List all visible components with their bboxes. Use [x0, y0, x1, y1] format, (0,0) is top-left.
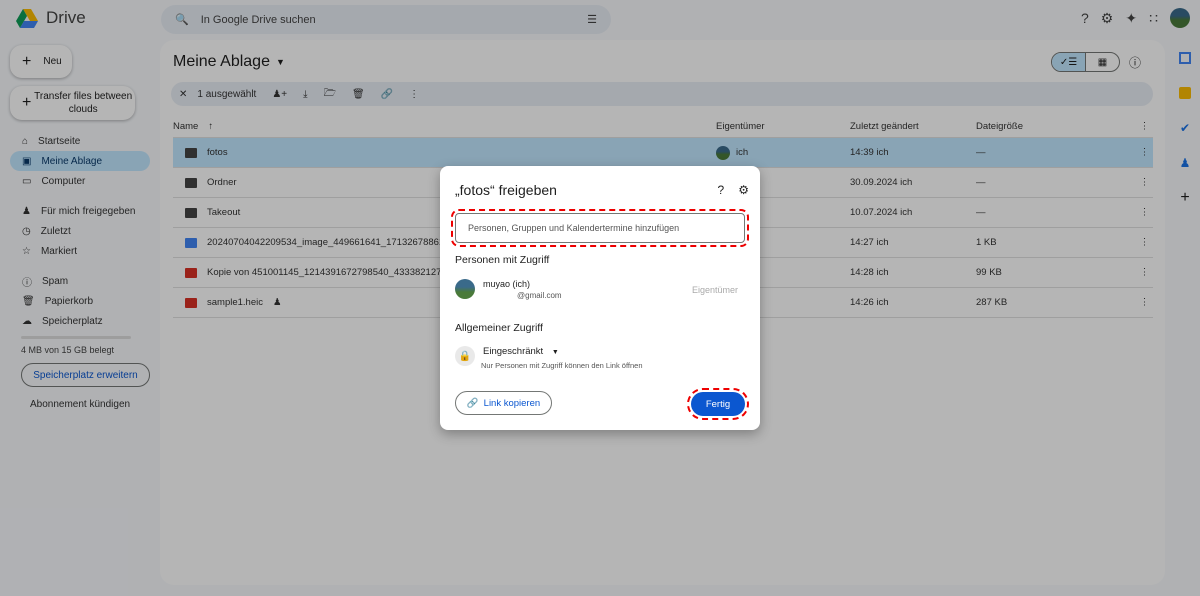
avatar — [455, 279, 475, 299]
copy-link-label: Link kopieren — [483, 397, 541, 409]
access-dropdown[interactable]: Eingeschränkt ▼ — [483, 346, 559, 357]
add-people-input[interactable]: Personen, Gruppen und Kalendertermine hi… — [451, 209, 749, 247]
general-access-heading: Allgemeiner Zugriff — [455, 322, 543, 334]
person-email: @gmail.com — [517, 291, 562, 300]
access-level: Eingeschränkt — [483, 346, 544, 357]
dropdown-icon: ▼ — [551, 349, 559, 356]
help-icon[interactable]: ? — [718, 183, 725, 197]
lock-icon: 🔒 — [455, 346, 475, 366]
share-dialog: „fotos“ freigeben ? ⚙ Personen, Gruppen u… — [440, 166, 760, 430]
link-icon: 🔗 — [466, 397, 479, 409]
person-role: Eigentümer — [691, 285, 738, 295]
done-button[interactable]: Fertig — [687, 388, 749, 420]
person-name: muyao (ich) — [483, 279, 531, 289]
dialog-title: „fotos“ freigeben — [455, 182, 557, 198]
gear-icon[interactable]: ⚙ — [738, 183, 749, 197]
people-heading: Personen mit Zugriff — [455, 254, 550, 266]
access-description: Nur Personen mit Zugriff können den Link… — [481, 361, 643, 370]
copy-link-button[interactable]: 🔗 Link kopieren — [455, 391, 552, 415]
